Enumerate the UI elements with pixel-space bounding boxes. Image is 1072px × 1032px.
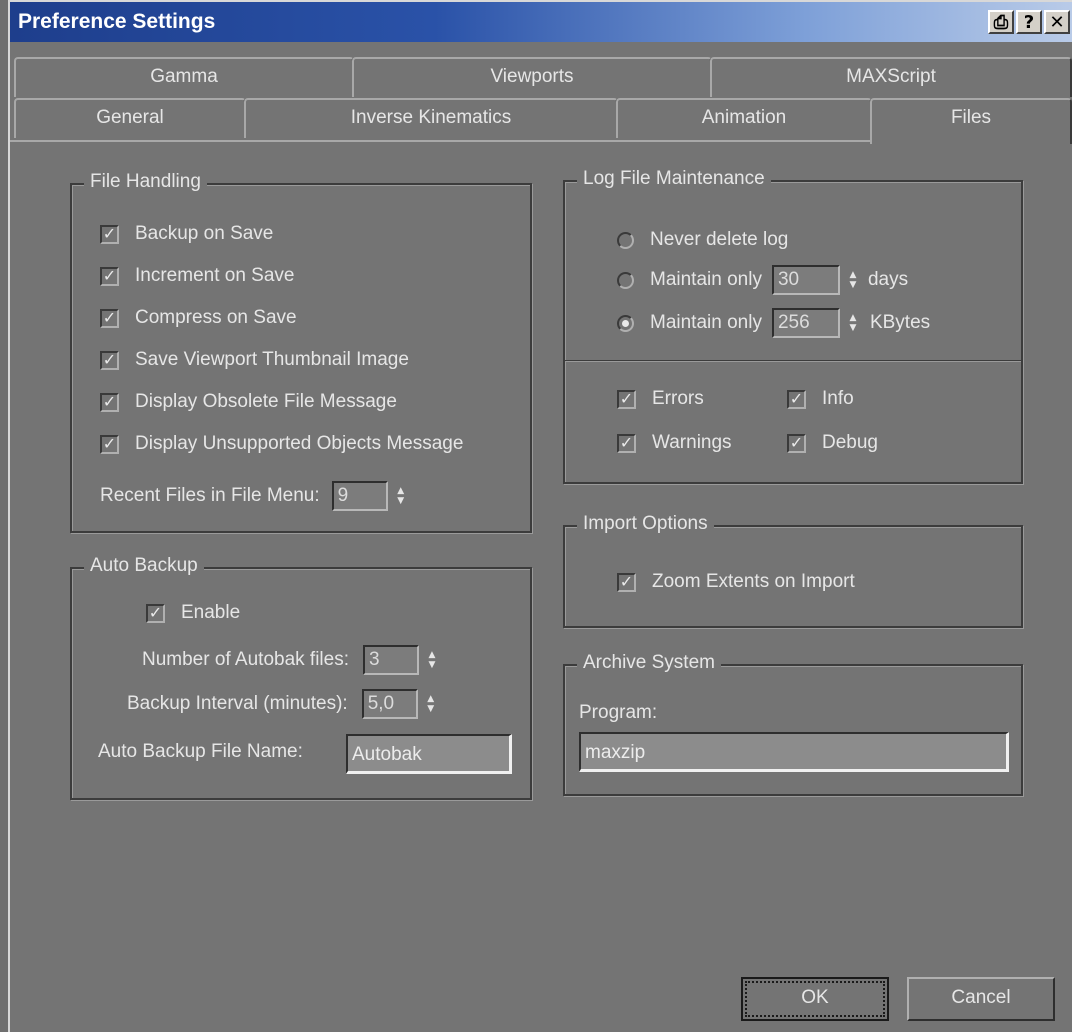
program-label: Program: [579,702,658,723]
autobak-files-label: Number of Autobak files: [142,649,349,670]
zoom-extents-option[interactable]: ✓ Zoom Extents on Import [617,571,855,593]
warnings-label: Warnings [652,432,732,453]
log-file-maintenance-group: Log File Maintenance Never delete log Ma… [563,168,1023,484]
display-unsupported-objects-option[interactable]: ✓ Display Unsupported Objects Message [100,433,463,455]
zoom-extents-label: Zoom Extents on Import [652,571,855,592]
check-icon[interactable]: ✓ [617,389,636,409]
ok-button[interactable]: OK [741,977,889,1021]
tab-gamma[interactable]: Gamma [14,57,354,97]
save-viewport-thumbnail-label: Save Viewport Thumbnail Image [135,349,409,370]
spinner-icon[interactable]: ▲ ▼ [844,308,862,338]
autobak-files-row: Number of Autobak files: 3 ▲ ▼ [142,645,441,675]
check-icon[interactable]: ✓ [100,350,119,370]
tab-files[interactable]: Files [870,98,1072,144]
tab-maxscript[interactable]: MAXScript [710,57,1072,97]
check-icon[interactable]: ✓ [100,434,119,454]
import-options-title: Import Options [577,513,714,535]
compress-on-save-option[interactable]: ✓ Compress on Save [100,307,297,329]
maintain-kbytes-label: Maintain only [650,312,762,333]
display-unsupported-objects-label: Display Unsupported Objects Message [135,433,464,454]
program-input[interactable]: maxzip [579,732,1009,772]
days-input[interactable]: 30 [771,265,840,295]
spinner-icon[interactable]: ▲ ▼ [423,645,441,675]
check-icon[interactable]: ✓ [617,572,636,592]
recent-files-label: Recent Files in File Menu: [100,485,320,506]
auto-backup-file-name-input[interactable]: Autobak [346,734,512,774]
recent-files-input[interactable]: 9 [331,481,388,511]
backup-on-save-option[interactable]: ✓ Backup on Save [100,223,273,245]
import-options-group: Import Options ✓ Zoom Extents on Import [563,513,1023,628]
file-handling-group: File Handling ✓ Backup on Save ✓ Increme… [70,171,532,533]
check-icon[interactable]: ✓ [617,433,636,453]
backup-on-save-label: Backup on Save [135,223,274,244]
errors-option[interactable]: ✓ Errors [617,388,704,410]
help-icon[interactable]: ? [1016,10,1042,34]
enable-label: Enable [181,602,241,623]
info-option[interactable]: ✓ Info [787,388,854,410]
log-file-maintenance-title: Log File Maintenance [577,168,771,190]
enable-option[interactable]: ✓ Enable [146,602,240,624]
cancel-button[interactable]: Cancel [907,977,1055,1021]
errors-label: Errors [652,388,704,409]
maintain-days-label: Maintain only [650,269,762,290]
check-icon[interactable]: ✓ [100,266,119,286]
auto-backup-title: Auto Backup [84,555,204,577]
warnings-option[interactable]: ✓ Warnings [617,432,732,454]
log-divider [565,360,1021,362]
check-icon[interactable]: ✓ [100,392,119,412]
check-icon[interactable]: ✓ [100,308,119,328]
increment-on-save-option[interactable]: ✓ Increment on Save [100,265,294,287]
debug-label: Debug [822,432,878,453]
never-delete-log-label: Never delete log [650,229,789,250]
never-delete-log-option[interactable]: Never delete log [617,229,788,251]
backup-interval-label: Backup Interval (minutes): [127,693,348,714]
print-icon[interactable]: ⎙ [988,10,1014,34]
maintain-days-option[interactable]: Maintain only 30 ▲ ▼ days [617,265,908,295]
spinner-icon[interactable]: ▲ ▼ [422,689,440,719]
window-title: Preference Settings [18,10,216,33]
maintain-kbytes-option[interactable]: Maintain only 256 ▲ ▼ KBytes [617,308,930,338]
increment-on-save-label: Increment on Save [135,265,295,286]
auto-backup-group: Auto Backup ✓ Enable Number of Autobak f… [70,555,532,800]
tab-inverse-kinematics[interactable]: Inverse Kinematics [244,98,618,138]
preference-settings-window: Preference Settings ⎙ ? ✕ Gamma Viewport… [8,0,1072,1032]
tab-general[interactable]: General [14,98,246,138]
file-handling-title: File Handling [84,171,207,193]
kbytes-unit: KBytes [869,312,931,333]
radio-button[interactable] [617,271,634,289]
compress-on-save-label: Compress on Save [135,307,297,328]
check-icon[interactable]: ✓ [100,224,119,244]
auto-backup-file-name-label: Auto Backup File Name: [98,741,303,762]
archive-system-title: Archive System [577,652,721,674]
backup-interval-input[interactable]: 5,0 [361,689,418,719]
check-icon[interactable]: ✓ [787,389,806,409]
tab-animation[interactable]: Animation [616,98,872,138]
backup-interval-row: Backup Interval (minutes): 5,0 ▲ ▼ [127,689,440,719]
spinner-icon[interactable]: ▲ ▼ [844,265,862,295]
days-unit: days [867,269,909,290]
display-obsolete-file-option[interactable]: ✓ Display Obsolete File Message [100,391,397,413]
title-bar[interactable]: Preference Settings ⎙ ? ✕ [10,2,1072,42]
check-icon[interactable]: ✓ [146,603,165,623]
check-icon[interactable]: ✓ [787,433,806,453]
debug-option[interactable]: ✓ Debug [787,432,878,454]
autobak-files-input[interactable]: 3 [363,645,419,675]
archive-system-group: Archive System Program: maxzip [563,652,1023,796]
tab-viewports[interactable]: Viewports [352,57,712,97]
display-obsolete-file-label: Display Obsolete File Message [135,391,397,412]
info-label: Info [822,388,854,409]
spinner-icon[interactable]: ▲ ▼ [392,481,410,511]
radio-button-selected[interactable] [617,314,634,332]
close-icon[interactable]: ✕ [1044,10,1070,34]
save-viewport-thumbnail-option[interactable]: ✓ Save Viewport Thumbnail Image [100,349,409,371]
radio-button[interactable] [617,231,634,249]
kbytes-input[interactable]: 256 [771,308,840,338]
recent-files-row: Recent Files in File Menu: 9 ▲ ▼ [100,481,410,511]
